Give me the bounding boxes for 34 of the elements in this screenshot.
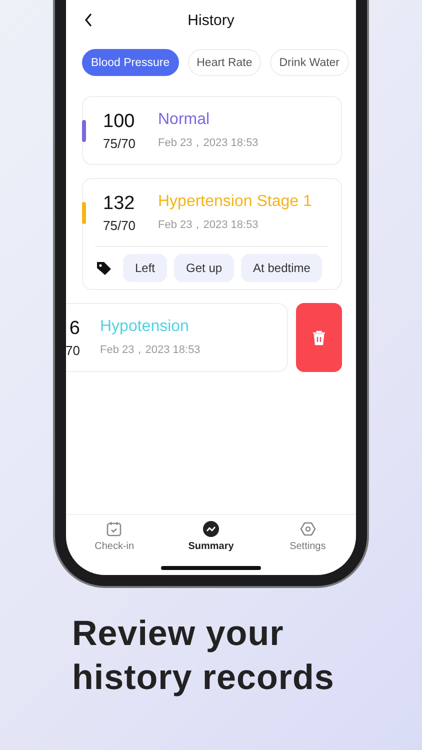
- status-label: Normal: [158, 111, 211, 129]
- systolic-value: 132: [103, 192, 135, 214]
- status-label: Hypotension: [100, 318, 190, 336]
- pressure-value: 75/70: [103, 136, 136, 150]
- caption-line: Review your: [72, 613, 285, 655]
- record-card[interactable]: 100 75/70 Normal Feb 23，2023 18:53: [82, 96, 342, 165]
- record-card[interactable]: 6 70 Hypotension Feb 23，2023 18:53: [66, 303, 288, 372]
- systolic-value: 6: [69, 318, 80, 340]
- nav-tab[interactable]: Settings: [259, 521, 356, 552]
- nav-tab[interactable]: Summary: [162, 521, 260, 552]
- settings-icon: [300, 521, 316, 537]
- tag-chip: Left: [123, 254, 168, 282]
- back-icon[interactable]: [84, 13, 94, 27]
- caption-line: history records: [72, 657, 336, 699]
- category-tab[interactable]: Drink Water: [270, 49, 349, 76]
- tag-icon: [96, 261, 112, 275]
- delete-button[interactable]: [296, 303, 342, 372]
- systolic-value: 100: [103, 110, 135, 132]
- pressure-value: 70: [66, 342, 80, 358]
- trash-icon: [312, 330, 326, 346]
- chart-icon: [202, 521, 219, 537]
- category-tab[interactable]: Blood Pressure: [82, 49, 179, 76]
- nav-tab[interactable]: Check-in: [66, 521, 163, 552]
- tag-chip: Get up: [174, 254, 234, 282]
- screen-title: History: [188, 12, 234, 28]
- category-tab[interactable]: Heart Rate: [188, 49, 262, 76]
- record-time: Feb 23，2023 18:53: [158, 218, 260, 232]
- tag-chip: At bedtime: [241, 254, 322, 282]
- record-time: Feb 23，2023 18:53: [100, 343, 200, 357]
- record-time: Feb 23，2023 18:53: [158, 136, 258, 150]
- calendar-check-icon: [106, 521, 122, 537]
- status-label: Hypertension Stage 1: [158, 193, 312, 211]
- record-card[interactable]: 132 75/70 Hypertension Stage 1 Feb 23，2023 18:53 Left Get up At bedtime: [82, 178, 342, 290]
- pressure-value: 75/70: [103, 218, 136, 232]
